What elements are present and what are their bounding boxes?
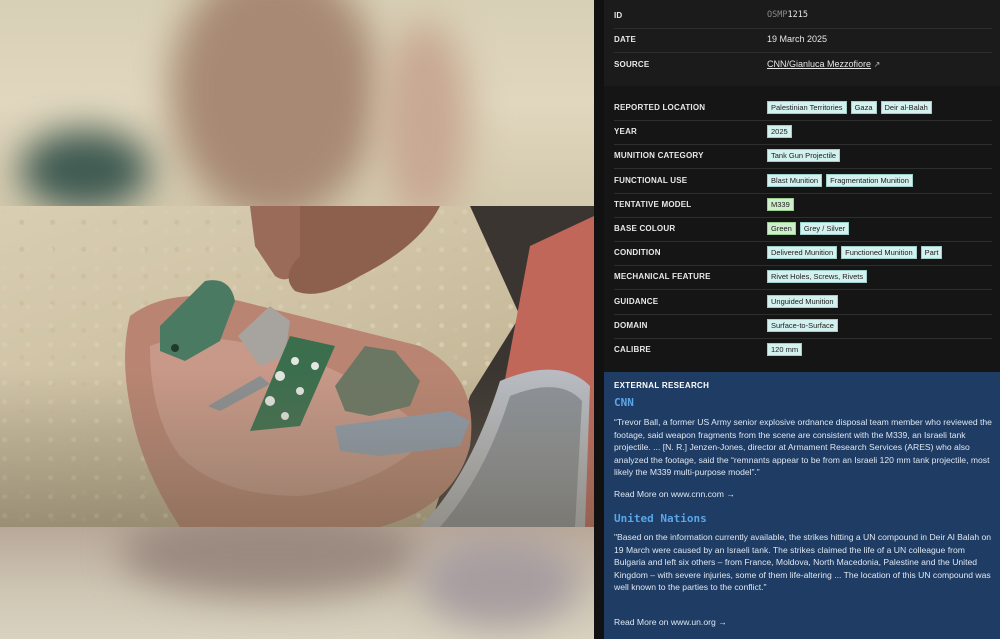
date-value: 19 March 2025	[767, 34, 828, 44]
tag[interactable]: Palestinian Territories	[767, 101, 847, 114]
munition-details-panel: ID OSMP1215 DATE 19 March 2025 SOURCE CN…	[604, 0, 1000, 639]
cnn-source-title: CNN	[614, 396, 634, 409]
base-colour-row: BASE COLOUR Green Grey / Silver	[614, 217, 992, 242]
calibre-row: CALIBRE 120 mm	[614, 338, 992, 362]
source-label: SOURCE	[614, 60, 650, 69]
cnn-read-more-link[interactable]: Read More on www.cnn.com →	[614, 489, 735, 499]
date-row: DATE 19 March 2025	[614, 28, 992, 53]
base-colour-tags: Green Grey / Silver	[767, 222, 850, 235]
munition-category-label: MUNITION CATEGORY	[614, 151, 704, 161]
un-read-more-link[interactable]: Read More on www.un.org →	[614, 617, 727, 627]
guidance-tags: Unguided Munition	[767, 294, 838, 308]
id-label: ID	[614, 11, 623, 20]
calibre-tags: 120 mm	[767, 343, 803, 356]
reported-location-label: REPORTED LOCATION	[614, 103, 706, 112]
tentative-model-row: TENTATIVE MODEL M339	[614, 193, 992, 218]
munition-category-row: MUNITION CATEGORY Tank Gun Projectile	[614, 144, 992, 170]
domain-label: DOMAIN	[614, 320, 648, 330]
tag[interactable]: Rivet Holes, Screws, Rivets	[767, 270, 868, 284]
year-label: YEAR	[614, 127, 638, 137]
year-tags: 2025	[767, 125, 792, 139]
domain-tags: Surface-to-Surface	[767, 318, 838, 332]
record-meta: ID OSMP1215 DATE 19 March 2025 SOURCE CN…	[604, 0, 1000, 86]
tag[interactable]: Tank Gun Projectile	[767, 149, 841, 163]
photo-hand-with-fragments	[0, 206, 594, 527]
tag[interactable]: Gaza	[850, 101, 877, 114]
guidance-label: GUIDANCE	[614, 296, 659, 306]
year-row: YEAR 2025	[614, 120, 992, 146]
id-value: OSMP1215	[767, 10, 808, 20]
date-label: DATE	[614, 35, 636, 44]
source-link[interactable]: CNN/Gianluca Mezzofiore	[767, 59, 871, 69]
base-colour-label: BASE COLOUR	[614, 224, 676, 233]
domain-row: DOMAIN Surface-to-Surface	[614, 314, 992, 339]
external-link-icon[interactable]: ↗	[874, 60, 881, 69]
source-value: CNN/Gianluca Mezzofiore ↗	[767, 59, 880, 69]
tentative-model-tags: M339	[767, 197, 794, 211]
calibre-label: CALIBRE	[614, 345, 651, 354]
functional-use-label: FUNCTIONAL USE	[614, 175, 688, 185]
un-quote: "Based on the information currently avai…	[614, 532, 992, 593]
mechanical-feature-tags: Rivet Holes, Screws, Rivets	[767, 270, 868, 284]
id-prefix: OSMP	[767, 10, 788, 20]
tentative-model-label: TENTATIVE MODEL	[614, 199, 692, 209]
external-research-heading: EXTERNAL RESEARCH	[614, 381, 710, 390]
functional-use-tags: Blast Munition Fragmentation Munition	[767, 173, 913, 187]
mechanical-feature-label: MECHANICAL FEATURE	[614, 272, 711, 282]
tag[interactable]: Green	[767, 222, 796, 235]
tag[interactable]: 120 mm	[767, 343, 803, 356]
tag[interactable]: M339	[767, 197, 794, 211]
photo-blurred-bottom	[0, 527, 594, 639]
tag[interactable]: Grey / Silver	[799, 222, 850, 235]
reported-location-row: REPORTED LOCATION Palestinian Territories…	[614, 96, 992, 121]
external-research-section: EXTERNAL RESEARCH CNN “Trevor Ball, a fo…	[604, 372, 1000, 639]
tag[interactable]: Unguided Munition	[767, 294, 838, 308]
un-source-title: United Nations	[614, 512, 707, 525]
source-row: SOURCE CNN/Gianluca Mezzofiore ↗	[614, 53, 992, 77]
guidance-row: GUIDANCE Unguided Munition	[614, 290, 992, 315]
tag[interactable]: Functioned Munition	[841, 246, 917, 260]
condition-label: CONDITION	[614, 248, 661, 258]
functional-use-row: FUNCTIONAL USE Blast Munition Fragmentatio…	[614, 169, 992, 194]
reported-location-tags: Palestinian Territories Gaza Deir al-Balah	[767, 101, 932, 114]
photo-blurred-top	[0, 0, 594, 206]
tag[interactable]: 2025	[767, 125, 792, 139]
tag[interactable]: Fragmentation Munition	[826, 173, 913, 187]
tag[interactable]: Part	[920, 246, 943, 260]
tag[interactable]: Delivered Munition	[767, 246, 838, 260]
cnn-quote: “Trevor Ball, a former US Army senior ex…	[614, 417, 992, 478]
mechanical-feature-row: MECHANICAL FEATURE Rivet Holes, Screws, R…	[614, 265, 992, 291]
tag[interactable]: Deir al-Balah	[880, 101, 932, 114]
munition-category-tags: Tank Gun Projectile	[767, 149, 841, 163]
tag[interactable]: Surface-to-Surface	[767, 318, 838, 332]
tag[interactable]: Blast Munition	[767, 173, 823, 187]
id-row: ID OSMP1215	[614, 4, 992, 29]
condition-tags: Delivered Munition Functioned Munition Par…	[767, 246, 943, 260]
munition-photo[interactable]	[0, 0, 594, 639]
condition-row: CONDITION Delivered Munition Functioned Mu…	[614, 241, 992, 267]
id-number: 1215	[787, 10, 808, 20]
